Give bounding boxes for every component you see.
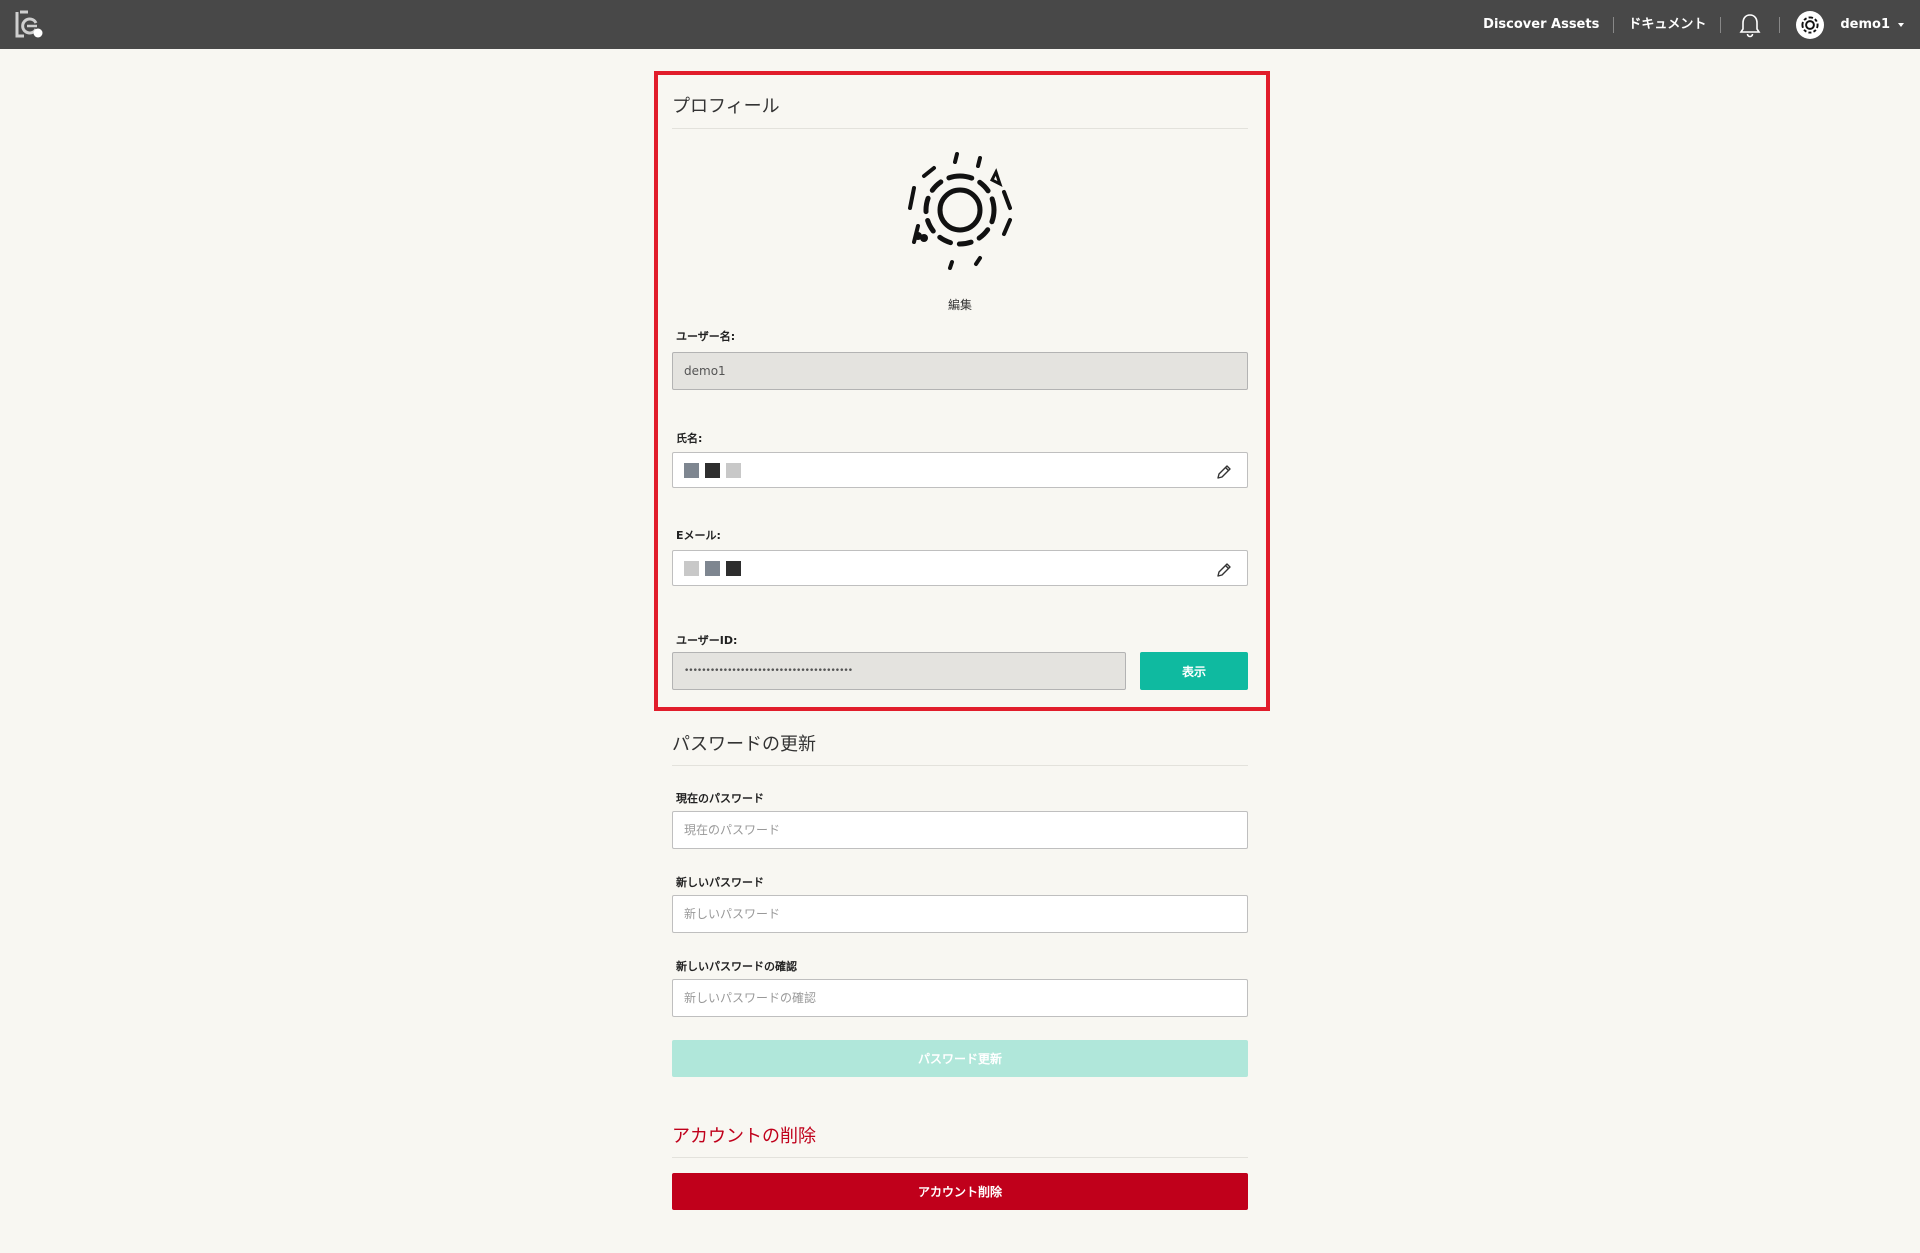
fullname-field[interactable] <box>672 452 1248 488</box>
email-redacted-value <box>684 560 741 576</box>
user-avatar-icon[interactable] <box>1796 10 1825 39</box>
pencil-edit-icon[interactable] <box>1215 561 1233 579</box>
new-password-label: 新しいパスワード <box>676 876 764 889</box>
redaction-square <box>705 462 720 478</box>
username-value: demo1 <box>684 364 726 378</box>
email-label: Eメール: <box>676 529 721 542</box>
confirm-password-input[interactable] <box>672 979 1248 1017</box>
userid-label: ユーザーID: <box>676 634 738 647</box>
profile-title: プロフィール <box>672 96 780 117</box>
redaction-square <box>726 560 741 576</box>
update-password-button[interactable]: パスワード更新 <box>672 1040 1248 1077</box>
userid-masked-value: ••••••••••••••••••••••••••••••••••••••• <box>684 666 853 676</box>
nav-divider <box>1779 16 1781 33</box>
delete-account-title: アカウントの削除 <box>672 1126 816 1147</box>
fullname-label: 氏名: <box>676 432 703 445</box>
top-navigation-bar: Discover Assets ドキュメント demo1 <box>0 0 1920 49</box>
edit-avatar-link[interactable]: 編集 <box>672 296 1248 313</box>
password-section-title: パスワードの更新 <box>672 734 816 755</box>
app-logo-icon[interactable] <box>14 9 44 39</box>
chevron-down-icon[interactable] <box>1898 22 1904 27</box>
section-divider <box>672 128 1248 129</box>
confirm-password-label: 新しいパスワードの確認 <box>676 960 797 973</box>
delete-account-button[interactable]: アカウント削除 <box>672 1173 1248 1210</box>
profile-avatar-icon[interactable] <box>900 150 1020 270</box>
current-password-input[interactable] <box>672 811 1248 849</box>
notification-bell-icon[interactable] <box>1721 0 1779 49</box>
userid-field: ••••••••••••••••••••••••••••••••••••••• <box>672 652 1126 690</box>
redaction-square <box>684 462 699 478</box>
nav-documents[interactable]: ドキュメント <box>1614 0 1720 49</box>
new-password-input[interactable] <box>672 895 1248 933</box>
redaction-square <box>684 560 699 576</box>
show-userid-button[interactable]: 表示 <box>1140 652 1248 690</box>
section-divider <box>672 1157 1248 1158</box>
pencil-edit-icon[interactable] <box>1215 463 1233 481</box>
user-menu-toggle[interactable]: demo1 <box>1824 17 1894 32</box>
current-password-label: 現在のパスワード <box>676 792 764 805</box>
top-nav: Discover Assets ドキュメント demo1 <box>1469 0 1920 49</box>
username-label: ユーザー名: <box>676 330 736 343</box>
fullname-redacted-value <box>684 462 741 478</box>
redaction-square <box>726 462 741 478</box>
email-field[interactable] <box>672 550 1248 586</box>
nav-discover-assets[interactable]: Discover Assets <box>1469 0 1613 49</box>
redaction-square <box>705 560 720 576</box>
username-field: demo1 <box>672 352 1248 390</box>
section-divider <box>672 765 1248 766</box>
